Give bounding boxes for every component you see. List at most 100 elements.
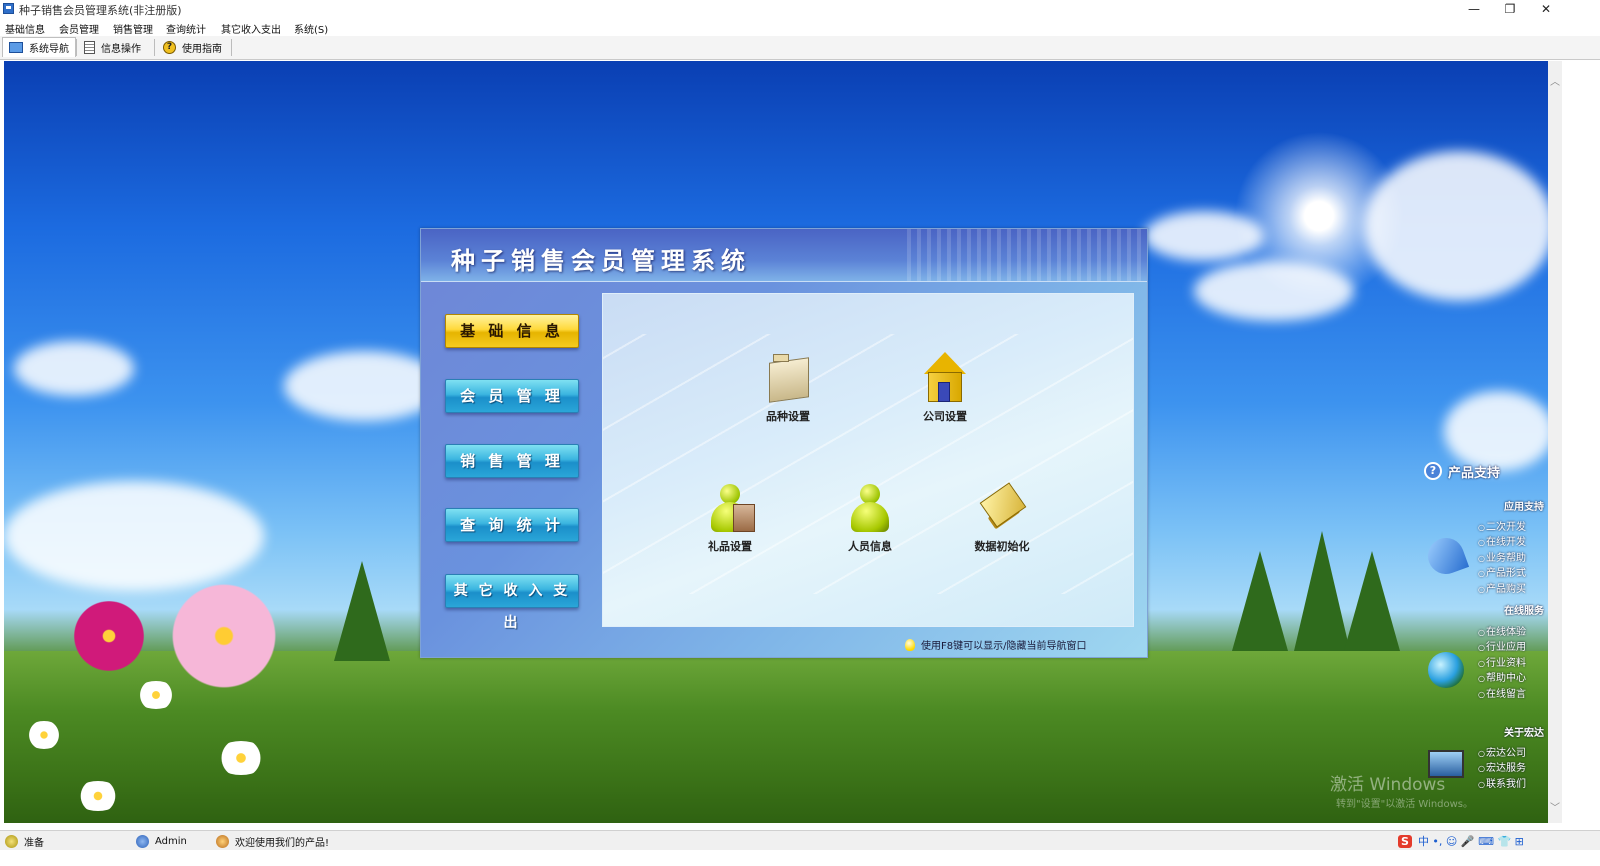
- person-icon: [845, 482, 895, 534]
- support-link[interactable]: 在线体验: [1478, 623, 1526, 638]
- support-link[interactable]: 二次开发: [1478, 518, 1526, 533]
- scroll-up-icon[interactable]: ︿: [1548, 73, 1562, 88]
- tile-company-settings[interactable]: 公司设置: [900, 352, 990, 424]
- tile-staff-info[interactable]: 人员信息: [825, 482, 915, 554]
- tree-image: [1232, 551, 1288, 651]
- house-roof: [924, 352, 966, 374]
- toolbar-help-label: 使用指南: [182, 43, 222, 55]
- person-head: [860, 484, 880, 504]
- tree-image: [1294, 531, 1350, 651]
- panel-header: 种子销售会员管理系统: [421, 229, 1147, 282]
- status-welcome-label: 欢迎使用我们的产品!: [235, 837, 330, 849]
- cloud-image: [1444, 391, 1548, 471]
- support-link[interactable]: 行业应用: [1478, 638, 1526, 653]
- house-icon: [920, 352, 970, 404]
- tile-label: 公司设置: [923, 410, 967, 423]
- daisy-image: [24, 721, 64, 749]
- navigation-icon: [9, 42, 23, 53]
- toolbar: 系统导航 信息操作 ? 使用指南: [0, 36, 1600, 60]
- support-link[interactable]: 产品购买: [1478, 580, 1526, 595]
- nav-button-basic-info[interactable]: 基 础 信 息: [445, 314, 579, 348]
- navigation-panel: 种子销售会员管理系统 基 础 信 息 会 员 管 理 销 售 管 理 查 询 统…: [420, 228, 1148, 658]
- user-icon: [136, 834, 149, 848]
- nav-button-sales[interactable]: 销 售 管 理: [445, 444, 579, 478]
- status-ready-label: 准备: [24, 837, 44, 849]
- person-body: [851, 502, 889, 532]
- hint-text: 使用F8键可以显示/隐藏当前导航窗口: [905, 637, 1086, 652]
- flower-image: [164, 581, 284, 691]
- toolbar-nav-button[interactable]: 系统导航: [2, 37, 76, 57]
- nav-button-member[interactable]: 会 员 管 理: [445, 379, 579, 413]
- status-welcome: 欢迎使用我们的产品!: [216, 833, 329, 849]
- activation-watermark: 激活 Windows: [1330, 775, 1446, 795]
- daisy-image: [214, 741, 268, 775]
- support-link[interactable]: 产品形式: [1478, 564, 1526, 579]
- toolbar-nav-label: 系统导航: [29, 44, 69, 55]
- toolbar-separator: [76, 39, 77, 56]
- tile-label: 礼品设置: [708, 540, 752, 553]
- cloud-image: [14, 341, 134, 396]
- status-bar: 准备 Admin 欢迎使用我们的产品!: [0, 830, 1600, 850]
- support-section-heading: 在线服务: [1504, 606, 1544, 617]
- folder-icon: [763, 352, 813, 404]
- support-link[interactable]: 宏达服务: [1478, 759, 1526, 774]
- ime-status-icons[interactable]: 中 •, ☺ 🎤 ⌨ 👕 ⊞: [1418, 835, 1524, 848]
- nav-button-query[interactable]: 查 询 统 计: [445, 508, 579, 542]
- ready-icon: [5, 834, 18, 848]
- support-link[interactable]: 帮助中心: [1478, 669, 1526, 684]
- vertical-scrollbar[interactable]: ︿ ﹀: [1548, 61, 1562, 823]
- toolbar-info-button[interactable]: 信息操作: [84, 37, 141, 57]
- menu-basic-info[interactable]: 基础信息: [5, 21, 45, 36]
- person-with-bag-icon: [705, 482, 755, 534]
- close-button[interactable]: ✕: [1528, 0, 1564, 18]
- cloud-image: [1194, 261, 1354, 321]
- window-title: 种子销售会员管理系统(非注册版): [19, 4, 182, 17]
- sogou-logo-icon: S: [1398, 835, 1412, 848]
- tile-label: 人员信息: [848, 540, 892, 553]
- toolbar-info-label: 信息操作: [101, 43, 141, 55]
- menu-member[interactable]: 会员管理: [59, 21, 99, 36]
- person-head: [720, 484, 740, 504]
- book-shape: [979, 482, 1027, 528]
- panel-title: 种子销售会员管理系统: [451, 247, 751, 275]
- lightbulb-icon: [905, 638, 915, 651]
- support-link[interactable]: 行业资料: [1478, 654, 1526, 669]
- cloud-image: [1364, 151, 1548, 301]
- tile-label: 数据初始化: [974, 540, 1030, 553]
- support-link[interactable]: 联系我们: [1478, 775, 1526, 790]
- cloud-image: [1144, 211, 1264, 261]
- house-door: [938, 382, 950, 402]
- support-link[interactable]: 宏达公司: [1478, 744, 1526, 759]
- nav-button-other-income[interactable]: 其 它 收 入 支 出: [445, 574, 579, 631]
- scroll-down-icon[interactable]: ﹀: [1548, 799, 1562, 814]
- document-icon: [84, 40, 95, 54]
- tree-image: [1344, 551, 1400, 651]
- flower-image: [64, 601, 154, 671]
- menu-system[interactable]: 系统(S): [294, 21, 328, 36]
- menu-query[interactable]: 查询统计: [166, 21, 206, 36]
- tile-variety-settings[interactable]: 品种设置: [743, 352, 833, 424]
- ime-toolbar[interactable]: S 中 •, ☺ 🎤 ⌨ 👕 ⊞: [1398, 833, 1524, 849]
- menu-other-income[interactable]: 其它收入支出: [221, 21, 281, 36]
- support-link[interactable]: 业务帮助: [1478, 549, 1526, 564]
- cloud-image: [4, 481, 264, 591]
- title-bar: 种子销售会员管理系统(非注册版) — ❐ ✕: [0, 0, 1600, 18]
- help-icon: ?: [163, 40, 176, 54]
- restore-button[interactable]: ❐: [1492, 0, 1528, 18]
- hint-label: 使用F8键可以显示/隐藏当前导航窗口: [921, 641, 1087, 652]
- status-user: Admin: [136, 833, 187, 849]
- tile-data-init[interactable]: 数据初始化: [957, 482, 1047, 554]
- support-section-heading: 应用支持: [1504, 502, 1544, 513]
- content-area: 品种设置 公司设置 礼品设置 人员信息 数据初始化: [602, 293, 1134, 627]
- support-title: 产品支持: [1448, 466, 1501, 481]
- bottom-strip: [0, 850, 1600, 866]
- menu-sales[interactable]: 销售管理: [113, 21, 153, 36]
- support-link[interactable]: 在线开发: [1478, 533, 1526, 548]
- tile-gift-settings[interactable]: 礼品设置: [685, 482, 775, 554]
- question-icon: ?: [1424, 462, 1442, 480]
- toolbar-help-button[interactable]: ? 使用指南: [163, 37, 222, 57]
- minimize-button[interactable]: —: [1456, 0, 1492, 18]
- support-link[interactable]: 在线留言: [1478, 685, 1526, 700]
- product-support-panel: ? 产品支持 应用支持 二次开发 在线开发 业务帮助 产品形式 产品购买 在线服…: [1420, 460, 1548, 820]
- book-icon: [977, 482, 1027, 534]
